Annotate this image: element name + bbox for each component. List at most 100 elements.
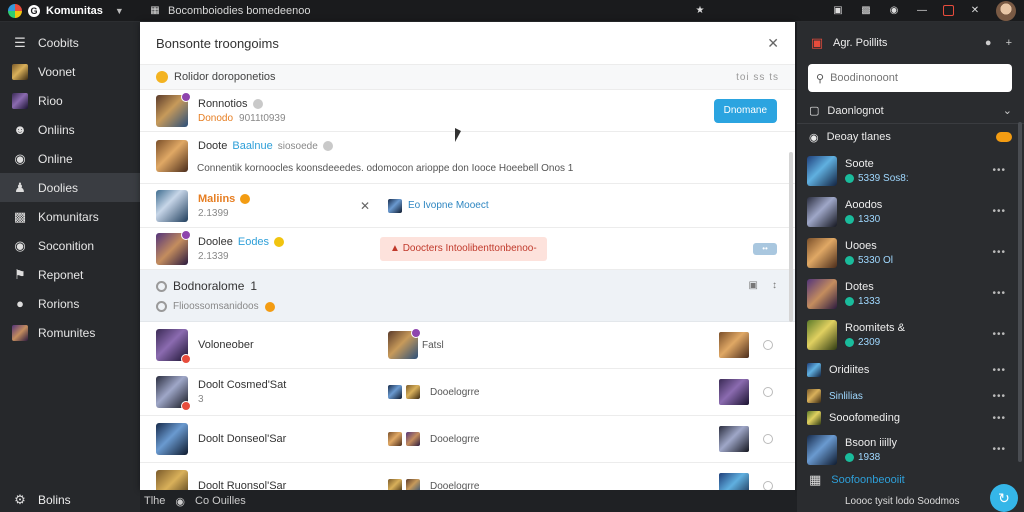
- avatar: [156, 470, 188, 490]
- action-button[interactable]: Dnomane: [713, 98, 777, 123]
- sidebar-item-rorions[interactable]: ● Rorions: [0, 289, 140, 318]
- sidebar-item-rioo[interactable]: Rioo: [0, 86, 140, 115]
- pin-icon[interactable]: [763, 481, 773, 490]
- chevron-down-icon[interactable]: ⌄: [1003, 104, 1012, 117]
- sidebar-item-komunitars[interactable]: ▩ Komunitars: [0, 202, 140, 231]
- sidebar-item-label: Onliins: [38, 122, 75, 137]
- footer-icon: ◉: [175, 495, 186, 508]
- maximize-icon[interactable]: [943, 5, 954, 16]
- modal-title: Bonsonte troongoims: [156, 35, 279, 51]
- group-thumb-icon: [406, 479, 420, 490]
- pin-icon[interactable]: [763, 340, 773, 350]
- close-window-icon[interactable]: ✕: [968, 4, 982, 18]
- friend-item[interactable]: Oridiites •••: [797, 355, 1024, 385]
- more-button[interactable]: ••: [753, 242, 777, 255]
- friend-item[interactable]: Sinlilias •••: [797, 385, 1024, 407]
- online-icon: [845, 337, 854, 347]
- friend-item[interactable]: Sooofomeding •••: [797, 407, 1024, 429]
- table-row[interactable]: Voloneober Fatsl: [140, 322, 795, 369]
- panel-section-list[interactable]: ◉ Deoay tlanes: [797, 124, 1024, 150]
- grid-icon[interactable]: ▩: [859, 4, 873, 18]
- add-icon[interactable]: +: [1006, 37, 1012, 49]
- more-icon[interactable]: •••: [992, 365, 1006, 376]
- avatar: [807, 278, 837, 309]
- more-icon[interactable]: •••: [992, 329, 1006, 340]
- modal-scrollbar[interactable]: [789, 152, 793, 322]
- section-header: Bodnoralome 1 Flioossomsanidoos ▣ ↕: [140, 270, 795, 322]
- sidebar-item-doolies[interactable]: ♟ Doolies: [0, 173, 140, 202]
- friend-item[interactable]: Uooes 5330 Ol •••: [797, 232, 1024, 273]
- row-group: Fatsl: [422, 339, 444, 351]
- app-brand[interactable]: G Komunitas ▼: [0, 3, 140, 18]
- sidebar-item-coobits[interactable]: ☰ Coobits: [0, 28, 140, 57]
- list-item[interactable]: Doote Baalnue siosoede Connentik kornoocle…: [140, 132, 795, 184]
- more-icon[interactable]: •••: [992, 444, 1006, 455]
- more-icon[interactable]: •••: [992, 391, 1006, 402]
- table-row[interactable]: Doolt Cosmed'Sat 3 Dooelogrre: [140, 369, 795, 416]
- section-label: Daonlognot: [827, 104, 884, 117]
- row-group: Dooelogrre: [430, 433, 480, 445]
- footer-mid-text[interactable]: Co Ouilles: [195, 495, 246, 507]
- sidebar-item-onliins[interactable]: ☻ Onliins: [0, 115, 140, 144]
- sidebar-item-voonet[interactable]: Voonet: [0, 57, 140, 86]
- sidebar-item-label: Voonet: [38, 64, 76, 79]
- chevron-down-icon[interactable]: ▼: [115, 6, 124, 16]
- pin-icon[interactable]: [763, 434, 773, 444]
- mouse-cursor-icon: [455, 128, 461, 142]
- row-thumb: [719, 332, 749, 358]
- minimize-icon[interactable]: —: [915, 4, 929, 18]
- info-icon[interactable]: ◉: [887, 4, 901, 18]
- footer-link[interactable]: Soofoonbeooiit: [831, 474, 904, 486]
- sidebar-item-online[interactable]: ◉ Online: [0, 144, 140, 173]
- close-icon[interactable]: ✕: [767, 35, 779, 52]
- panel-scrollbar[interactable]: [1018, 122, 1022, 462]
- pin-icon[interactable]: [763, 387, 773, 397]
- sidebar-footer[interactable]: ⚙ Bolins: [0, 488, 140, 512]
- panel-section[interactable]: ▢ Daonlognot ⌄: [797, 98, 1024, 124]
- status-badge: [181, 91, 191, 102]
- table-row[interactable]: Doolt Donseol'Sar Dooelogrre: [140, 416, 795, 463]
- friend-item[interactable]: Aoodos 1330 •••: [797, 191, 1024, 232]
- list-item[interactable]: Doolee Eodes 2.1339 ▲ Doocters Intooliben…: [140, 228, 795, 270]
- sidebar-item-romunites[interactable]: Romunites: [0, 318, 140, 347]
- more-icon[interactable]: •••: [992, 288, 1006, 299]
- address-bar[interactable]: ▦ Bocomboiodies bomedeenoo: [140, 4, 693, 18]
- friend-name: Roomitets &: [845, 321, 905, 334]
- friend-item[interactable]: Bsoon iiilly 1938 •••: [797, 429, 1024, 470]
- copy-icon[interactable]: ▣: [749, 280, 758, 291]
- more-icon[interactable]: •••: [992, 165, 1006, 176]
- avatar: [807, 411, 821, 425]
- table-row[interactable]: Doolt Ruonsol'Sar Dooelogrre: [140, 463, 795, 490]
- item-name: Doote: [198, 140, 228, 152]
- list-item[interactable]: Maliins 2.1399 ✕ Eo Ivopne Mooect: [140, 184, 795, 228]
- more-icon[interactable]: •••: [992, 247, 1006, 258]
- online-icon: [845, 173, 854, 183]
- friend-item[interactable]: Roomitets & 2309 •••: [797, 314, 1024, 355]
- chat-icon: ◉: [14, 237, 26, 253]
- friend-meta: 5339 Sos8:: [858, 172, 909, 184]
- friend-item[interactable]: Soote 5339 Sos8: •••: [797, 150, 1024, 191]
- level-icon: [240, 193, 251, 204]
- remove-icon[interactable]: ✕: [360, 199, 370, 213]
- panel-search[interactable]: ⚲: [808, 64, 1012, 92]
- search-input[interactable]: [830, 72, 1001, 84]
- panel-footer-row[interactable]: ▦ Soofoonbeooiit: [809, 472, 905, 488]
- sidebar-item-reponet[interactable]: ⚑ Reponet: [0, 260, 140, 289]
- user-avatar[interactable]: [996, 0, 1016, 21]
- refresh-icon[interactable]: ↻: [990, 484, 1018, 512]
- sort-icon[interactable]: ↕: [772, 280, 777, 291]
- panel-header: ▣ Agr. Poillits ● +: [797, 22, 1024, 64]
- more-icon[interactable]: •••: [992, 206, 1006, 217]
- list-item[interactable]: Ronnotios Donodo 9011t0939 Dnomane: [140, 90, 795, 132]
- avatar: [156, 189, 188, 222]
- camera-icon[interactable]: ▣: [831, 4, 845, 18]
- sidebar-item-soconition[interactable]: ◉ Soconition: [0, 231, 140, 260]
- friend-item[interactable]: Dotes 1333 •••: [797, 273, 1024, 314]
- search-icon: ⚲: [816, 72, 825, 85]
- star-icon[interactable]: ★: [693, 4, 707, 18]
- more-icon[interactable]: •••: [992, 413, 1006, 424]
- linked-item[interactable]: Eo Ivopne Mooect: [388, 198, 489, 213]
- avatar: [156, 423, 188, 455]
- group-thumb-icon: [406, 385, 420, 399]
- add-friend-icon[interactable]: ●: [985, 37, 992, 49]
